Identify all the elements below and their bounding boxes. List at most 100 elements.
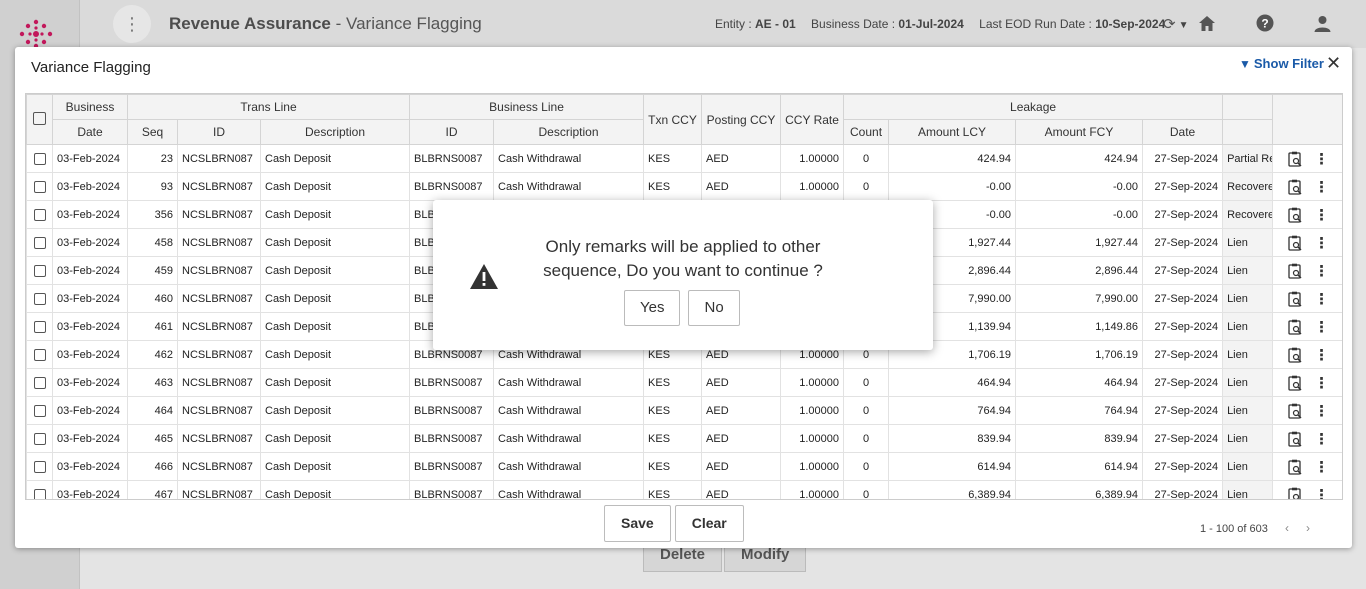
row-remark: Lien — [1222, 284, 1274, 313]
row-remark: Recovere — [1222, 200, 1274, 229]
user-icon[interactable] — [1314, 15, 1331, 32]
row-business-date: 03-Feb-2024 — [52, 452, 128, 481]
header-ccy-rate[interactable]: CCY Rate — [780, 94, 845, 145]
table-row[interactable]: 03-Feb-2024 463 NCSLBRN087 Cash Deposit BLBR… — [26, 368, 1342, 397]
more-vert-icon[interactable]: ⋮ — [1314, 430, 1329, 448]
refresh-icon[interactable]: ⟳ — [1163, 15, 1176, 33]
more-vert-icon[interactable]: ⋮ — [1314, 402, 1329, 420]
kebab-menu-icon[interactable]: ⋮ — [113, 5, 151, 43]
clipboard-search-icon[interactable] — [1288, 403, 1302, 419]
prev-page-icon[interactable]: ‹ — [1285, 521, 1289, 535]
row-select-cell — [26, 452, 53, 481]
more-vert-icon[interactable]: ⋮ — [1314, 206, 1329, 224]
header-seq[interactable]: Seq — [127, 119, 178, 145]
row-checkbox[interactable] — [33, 460, 46, 473]
more-vert-icon[interactable]: ⋮ — [1314, 458, 1329, 476]
clipboard-search-icon[interactable] — [1288, 179, 1302, 195]
more-vert-icon[interactable]: ⋮ — [1314, 290, 1329, 308]
row-trans-id: NCSLBRN087 — [177, 200, 261, 229]
row-checkbox[interactable] — [33, 488, 46, 499]
row-trans-description: Cash Deposit — [259, 200, 411, 229]
clipboard-search-icon[interactable] — [1288, 263, 1302, 279]
header-trans-id[interactable]: ID — [177, 119, 261, 145]
header-bl-description[interactable]: Description — [493, 119, 645, 145]
clipboard-search-icon[interactable] — [1288, 431, 1302, 447]
more-vert-icon[interactable]: ⋮ — [1314, 346, 1329, 364]
row-seq: 459 — [127, 256, 178, 285]
row-checkbox[interactable] — [33, 320, 46, 333]
yes-button[interactable]: Yes — [624, 290, 681, 326]
table-row[interactable]: 03-Feb-2024 23 NCSLBRN087 Cash Deposit BLBRN… — [26, 144, 1342, 173]
header-amount-lcy[interactable]: Amount LCY — [888, 119, 1017, 145]
table-row[interactable]: 03-Feb-2024 93 NCSLBRN087 Cash Deposit BLBRN… — [26, 172, 1342, 201]
row-select-cell — [26, 256, 53, 285]
row-checkbox[interactable] — [33, 404, 46, 417]
row-checkbox[interactable] — [33, 152, 46, 165]
home-icon[interactable] — [1198, 15, 1216, 32]
more-vert-icon[interactable]: ⋮ — [1314, 234, 1329, 252]
row-checkbox[interactable] — [33, 292, 46, 305]
more-vert-icon[interactable]: ⋮ — [1314, 150, 1329, 168]
row-business-date: 03-Feb-2024 — [52, 284, 128, 313]
row-txn-ccy: KES — [643, 424, 703, 453]
header-business-date[interactable]: Date — [52, 119, 128, 145]
header-posting-ccy[interactable]: Posting CCY — [701, 94, 782, 145]
row-bl-id: BLBRNS0087 — [409, 368, 495, 397]
chevron-down-icon[interactable]: ▼ — [1179, 20, 1189, 31]
table-row[interactable]: 03-Feb-2024 467 NCSLBRN087 Cash Deposit BLBR… — [26, 480, 1342, 501]
header-remark — [1222, 119, 1274, 145]
clipboard-search-icon[interactable] — [1288, 235, 1302, 251]
row-bl-description: Cash Withdrawal — [493, 396, 645, 425]
help-icon[interactable]: ? — [1256, 14, 1274, 32]
more-vert-icon[interactable]: ⋮ — [1314, 178, 1329, 196]
table-row[interactable]: 03-Feb-2024 464 NCSLBRN087 Cash Deposit BLBR… — [26, 396, 1342, 425]
row-amount-fcy: -0.00 — [1015, 200, 1144, 229]
more-vert-icon[interactable]: ⋮ — [1314, 374, 1329, 392]
save-button[interactable]: Save — [604, 505, 671, 542]
more-vert-icon[interactable]: ⋮ — [1314, 262, 1329, 280]
row-count: 0 — [843, 396, 890, 425]
row-checkbox[interactable] — [33, 236, 46, 249]
row-bl-id: BLBRNS0087 — [409, 144, 495, 173]
header-amount-fcy[interactable]: Amount FCY — [1015, 119, 1144, 145]
no-button[interactable]: No — [688, 290, 740, 326]
clipboard-search-icon[interactable] — [1288, 291, 1302, 307]
header-trans-description[interactable]: Description — [259, 119, 411, 145]
row-business-date: 03-Feb-2024 — [52, 396, 128, 425]
select-all-checkbox[interactable] — [33, 111, 46, 125]
row-checkbox[interactable] — [33, 180, 46, 193]
header-business: Business — [52, 94, 128, 120]
close-icon[interactable]: ✕ — [1326, 53, 1341, 74]
header-leak-date[interactable]: Date — [1142, 119, 1224, 145]
row-remark: Lien — [1222, 256, 1274, 285]
show-filter-link[interactable]: ▼ Show Filter — [1239, 56, 1324, 71]
header-count[interactable]: Count — [843, 119, 890, 145]
row-checkbox[interactable] — [33, 208, 46, 221]
table-row[interactable]: 03-Feb-2024 465 NCSLBRN087 Cash Deposit BLBR… — [26, 424, 1342, 453]
clipboard-search-icon[interactable] — [1288, 151, 1302, 167]
clipboard-search-icon[interactable] — [1288, 347, 1302, 363]
clipboard-search-icon[interactable] — [1288, 375, 1302, 391]
header-txn-ccy[interactable]: Txn CCY — [643, 94, 703, 145]
clipboard-search-icon[interactable] — [1288, 207, 1302, 223]
row-remark: Lien — [1222, 340, 1274, 369]
page-title: Revenue Assurance - Variance Flagging — [169, 14, 482, 33]
row-checkbox[interactable] — [33, 376, 46, 389]
row-leak-date: 27-Sep-2024 — [1142, 312, 1224, 341]
row-checkbox[interactable] — [33, 432, 46, 445]
table-row[interactable]: 03-Feb-2024 466 NCSLBRN087 Cash Deposit BLBR… — [26, 452, 1342, 481]
row-checkbox[interactable] — [33, 264, 46, 277]
row-bl-id: BLBRNS0087 — [409, 480, 495, 499]
clipboard-search-icon[interactable] — [1288, 319, 1302, 335]
row-checkbox[interactable] — [33, 348, 46, 361]
more-vert-icon[interactable]: ⋮ — [1314, 318, 1329, 336]
next-page-icon[interactable]: › — [1306, 521, 1310, 535]
clipboard-search-icon[interactable] — [1288, 487, 1302, 501]
header-bl-id[interactable]: ID — [409, 119, 495, 145]
clipboard-search-icon[interactable] — [1288, 459, 1302, 475]
row-trans-id: NCSLBRN087 — [177, 172, 261, 201]
more-vert-icon[interactable]: ⋮ — [1314, 486, 1329, 500]
clear-button[interactable]: Clear — [674, 505, 744, 542]
row-actions: ⋮ — [1272, 144, 1342, 173]
row-trans-description: Cash Deposit — [259, 452, 411, 481]
